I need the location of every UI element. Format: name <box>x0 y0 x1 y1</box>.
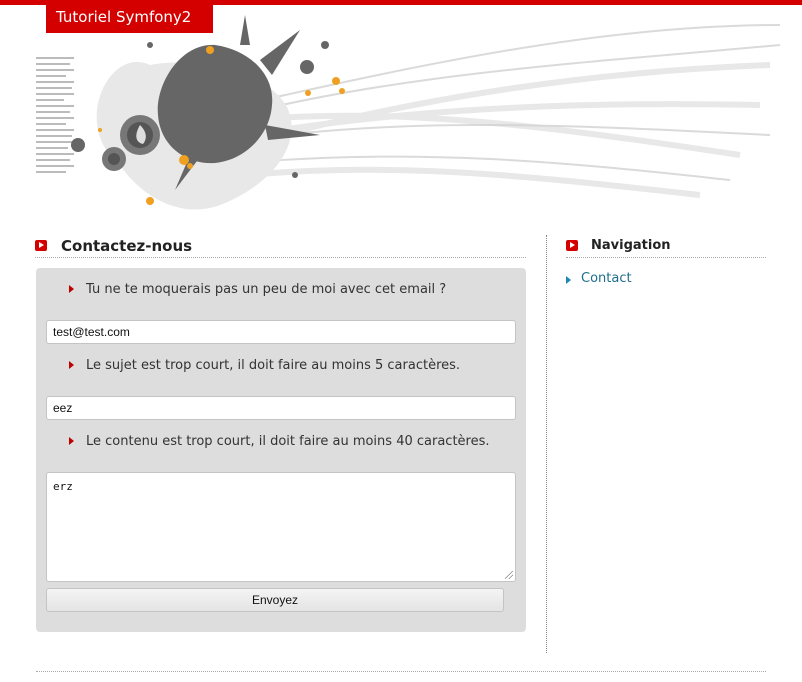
email-error-message: Tu ne te moquerais pas un peu de moi ave… <box>86 282 447 297</box>
error-arrow-icon <box>69 361 74 369</box>
site-title[interactable]: Tutoriel Symfony2 <box>46 5 213 33</box>
subject-error-message: Le sujet est trop court, il doit faire a… <box>86 358 461 373</box>
navigation-heading: Navigation <box>566 235 766 258</box>
nav-item-label: Contact <box>581 271 632 286</box>
ink-splash-artwork <box>36 15 781 210</box>
header-banner: Tutoriel Symfony2 <box>0 5 802 233</box>
content-error-message: Le contenu est trop court, il doit faire… <box>86 434 490 449</box>
message-textarea[interactable]: erz <box>46 472 516 582</box>
error-arrow-icon <box>69 437 74 445</box>
error-arrow-icon <box>69 285 74 293</box>
play-icon <box>566 240 578 251</box>
subject-field[interactable]: eez <box>46 396 516 420</box>
navigation-heading-label: Navigation <box>591 238 671 253</box>
contact-heading: Contactez-nous <box>35 235 526 258</box>
resize-handle-icon[interactable] <box>505 571 513 579</box>
email-field[interactable]: test@test.com <box>46 320 516 344</box>
submit-button[interactable]: Envoyez <box>46 588 504 612</box>
footer-divider <box>36 671 766 672</box>
contact-heading-label: Contactez-nous <box>61 237 193 255</box>
play-icon <box>35 240 47 251</box>
column-divider <box>546 235 547 653</box>
message-text: erz <box>53 480 73 493</box>
nav-arrow-icon <box>566 276 571 284</box>
